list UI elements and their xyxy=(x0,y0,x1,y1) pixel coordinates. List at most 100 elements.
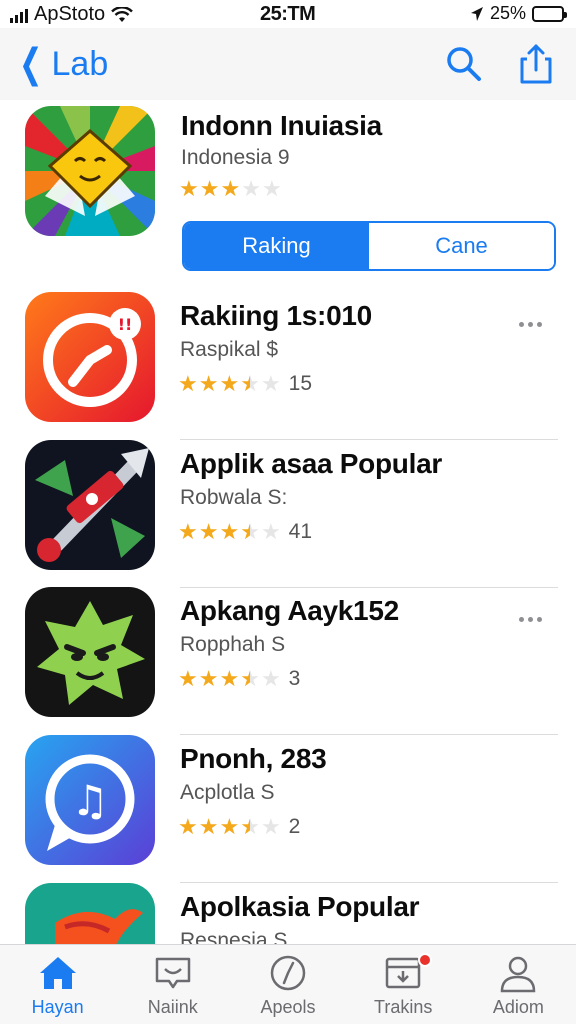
star-icon: ★ xyxy=(261,176,282,201)
app-icon-sword[interactable] xyxy=(25,440,155,570)
tab-home[interactable]: Hayan xyxy=(0,945,115,1024)
back-button[interactable]: ❮ Lab xyxy=(14,42,108,86)
app-subtitle: Ropphah S xyxy=(180,633,286,656)
carrier-label: ApStoto xyxy=(34,3,106,25)
app-title[interactable]: Apkang Aayk152 xyxy=(180,595,399,627)
app-title[interactable]: Rakiing 1s:010 xyxy=(180,300,372,332)
app-rating: ★ ★ ★ ★ ★ 3 xyxy=(178,667,300,691)
search-icon[interactable] xyxy=(442,42,486,86)
share-icon[interactable] xyxy=(514,42,558,86)
svg-text:♫: ♫ xyxy=(71,776,109,825)
app-title[interactable]: Pnonh, 283 xyxy=(180,743,327,775)
app-subtitle: Raspikal $ xyxy=(180,338,279,361)
status-bar: ApStoto 25:TM 25% xyxy=(0,0,576,28)
status-time: 25:TM xyxy=(260,3,316,25)
star-icon: ★ xyxy=(220,176,241,201)
tab-messages[interactable]: Naiink xyxy=(115,945,230,1024)
star-icon: ★ xyxy=(179,176,199,201)
star-icon: ★ xyxy=(178,519,198,544)
star-icon: ★ xyxy=(198,371,219,396)
rating-count: 15 xyxy=(288,372,313,395)
list-item[interactable]: Applik asaa Popular Robwala S: ★ ★ ★ ★ ★ 41 xyxy=(0,440,576,588)
app-subtitle: Acplotla S xyxy=(180,781,275,804)
featured-rating-stars: ★ ★ ★ ★ ★ xyxy=(179,178,282,200)
app-title[interactable]: Apolkasia Popular xyxy=(180,891,420,923)
back-label: Lab xyxy=(51,44,109,83)
segment-ranking[interactable]: Raking xyxy=(184,223,369,269)
list-item[interactable]: Apkang Aayk152 Ropphah S ★ ★ ★ ★ ★ 3 xyxy=(0,587,576,735)
more-options-button[interactable] xyxy=(514,611,546,627)
rating-stars: ★ ★ ★ ★ ★ xyxy=(178,521,281,543)
rating-count: 3 xyxy=(288,667,301,690)
star-icon: ★ xyxy=(178,666,198,691)
nav-bar: ❮ Lab xyxy=(0,28,576,100)
app-rating: ★ ★ ★ ★ ★ 15 xyxy=(178,372,312,396)
list-item[interactable]: !! Rakiing 1s:010 Raspikal $ ★ ★ ★ ★ ★ 15 xyxy=(0,292,576,440)
star-icon: ★ xyxy=(260,519,281,544)
star-icon: ★ xyxy=(241,176,261,201)
wifi-icon xyxy=(111,6,134,22)
music-chat-icon: ♫ xyxy=(25,735,155,865)
rating-count: 2 xyxy=(288,815,301,838)
rating-stars: ★ ★ ★ ★ ★ xyxy=(178,668,281,690)
star-icon: ★ xyxy=(219,814,240,839)
featured-app: Indonn Inuiasia Indonesia 9 ★ ★ ★ ★ ★ Raking… xyxy=(0,104,576,280)
status-right: 25% xyxy=(470,3,567,24)
star-icon: ★ xyxy=(260,814,281,839)
segmented-control: Raking Cane xyxy=(182,221,556,271)
tab-account[interactable]: Adiom xyxy=(461,945,576,1024)
rating-count: 41 xyxy=(288,520,313,543)
list-item[interactable]: ♫ Pnonh, 283 Acplotla S ★ ★ ★ ★ ★ 2 xyxy=(0,735,576,883)
featured-app-icon[interactable] xyxy=(25,106,155,236)
tab-trakins[interactable]: Trakins xyxy=(346,945,461,1024)
app-icon-timer[interactable]: !! xyxy=(25,292,155,422)
chat-icon xyxy=(155,957,191,989)
battery-percent: 25% xyxy=(489,3,526,23)
app-rating: ★ ★ ★ ★ ★ 2 xyxy=(178,815,300,839)
compass-icon xyxy=(270,955,306,991)
home-icon xyxy=(39,957,76,989)
app-title[interactable]: Applik asaa Popular xyxy=(180,448,442,480)
featured-app-title[interactable]: Indonn Inuiasia xyxy=(181,110,382,142)
rating-stars: ★ ★ ★ ★ ★ xyxy=(178,816,281,838)
star-icon: ★ xyxy=(198,666,219,691)
app-rating: ★ ★ ★ ★ ★ 41 xyxy=(178,520,312,544)
status-left: ApStoto xyxy=(10,3,134,26)
featured-app-subtitle: Indonesia 9 xyxy=(181,146,290,169)
star-icon: ★ xyxy=(240,519,260,544)
tab-bar: Hayan Naiink Apeols Trakins Adiom xyxy=(0,944,576,1024)
segment-cane[interactable]: Cane xyxy=(369,223,554,269)
star-icon: ★ xyxy=(198,814,219,839)
chevron-left-icon: ❮ xyxy=(19,42,43,86)
tab-label: Hayan xyxy=(31,997,84,1017)
star-icon: ★ xyxy=(240,666,260,691)
app-icon-music[interactable]: ♫ xyxy=(25,735,155,865)
rating-stars: ★ ★ ★ ★ ★ xyxy=(178,373,281,395)
sword-icon xyxy=(25,440,155,570)
star-icon: ★ xyxy=(219,371,240,396)
monster-icon xyxy=(25,587,155,717)
star-icon: ★ xyxy=(219,666,240,691)
stopwatch-icon: !! xyxy=(25,292,155,422)
star-icon: ★ xyxy=(178,371,198,396)
location-icon xyxy=(470,6,483,21)
star-icon: ★ xyxy=(240,371,260,396)
battery-icon xyxy=(532,5,567,22)
tab-label: Apeols xyxy=(260,997,316,1017)
tab-apps[interactable]: Apeols xyxy=(230,945,345,1024)
star-icon: ★ xyxy=(260,666,281,691)
star-icon: ★ xyxy=(199,176,220,201)
tab-label: Adiom xyxy=(492,997,544,1017)
star-icon: ★ xyxy=(178,814,198,839)
kite-icon xyxy=(25,106,155,236)
app-subtitle: Robwala S: xyxy=(180,486,288,509)
svg-text:!!: !! xyxy=(118,315,133,334)
tab-label: Trakins xyxy=(374,997,433,1017)
more-options-button[interactable] xyxy=(514,316,546,332)
app-icon-monster[interactable] xyxy=(25,587,155,717)
star-icon: ★ xyxy=(260,371,281,396)
notification-badge xyxy=(417,953,432,967)
signal-icon xyxy=(10,7,28,23)
star-icon: ★ xyxy=(240,814,260,839)
star-icon: ★ xyxy=(219,519,240,544)
